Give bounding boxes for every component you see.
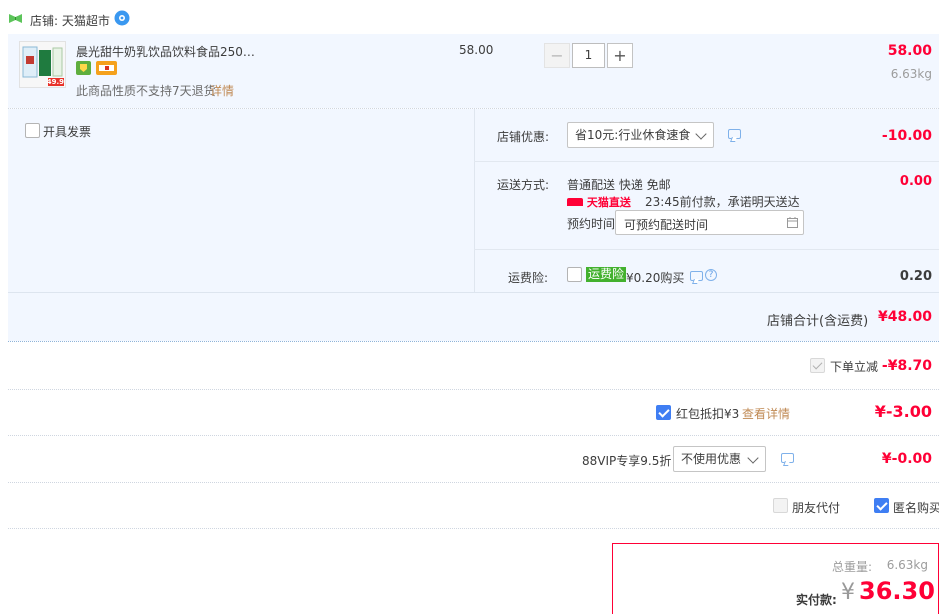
instant-discount-amount: -¥8.70 <box>881 358 932 374</box>
shop-discount-info-icon[interactable] <box>728 129 741 139</box>
shipping-label: 运送方式: <box>497 178 550 192</box>
return-note: 此商品性质不支持7天退货 <box>76 84 216 98</box>
divider <box>8 292 939 293</box>
insurance-checkbox[interactable] <box>567 267 582 282</box>
friend-pay-checkbox <box>773 498 788 513</box>
divider <box>474 249 939 250</box>
vip-label: 88VIP专享9.5折 <box>582 454 672 468</box>
help-icon[interactable]: ? <box>705 269 717 281</box>
insurance-amount: 0.20 <box>899 269 932 284</box>
divider <box>8 389 939 390</box>
friend-pay-label: 朋友代付 <box>792 501 841 515</box>
shop-name[interactable]: 店铺: 天猫超市 <box>30 12 110 29</box>
order-options-block: 开具发票 店铺优惠: 省10元:行业休食速食 -10.00 运送方式: 普通配送… <box>8 109 939 341</box>
vip-amount: ¥-0.00 <box>881 451 932 467</box>
insurance-chat-icon[interactable] <box>690 271 703 281</box>
shipping-method: 普通配送 快递 免邮 <box>567 178 671 192</box>
shop-discount-label: 店铺优惠: <box>497 130 550 144</box>
shipping-amount: 0.00 <box>899 174 932 189</box>
invoice-checkbox[interactable] <box>25 123 40 138</box>
red-packet-label[interactable]: 红包抵扣¥3 <box>676 405 739 422</box>
item-subtotal: 58.00 <box>887 43 932 59</box>
product-title[interactable]: 晨光甜牛奶乳饮品饮料食品250… <box>76 43 255 60</box>
currency-symbol: ¥ <box>841 580 855 605</box>
shop-discount-selected: 省10元:行业休食速食 <box>575 128 691 142</box>
vip-discount-select[interactable]: 不使用优惠 <box>673 446 766 472</box>
tmall-cat-icon <box>567 198 583 206</box>
shop-discount-select[interactable]: 省10元:行业休食速食 <box>567 122 714 148</box>
product-thumbnail[interactable]: 49.9 <box>19 41 66 88</box>
shop-discount-amount: -10.00 <box>881 128 932 144</box>
divider <box>474 161 939 162</box>
divider <box>474 109 475 292</box>
item-weight: 6.63kg <box>890 67 932 81</box>
anonymous-label[interactable]: 匿名购买 <box>893 499 939 516</box>
red-packet-amount: ¥-3.00 <box>874 402 932 421</box>
insurance-price[interactable]: ¥0.20购买 <box>626 269 684 286</box>
quantity-input[interactable]: 1 <box>572 43 605 68</box>
vip-info-icon[interactable] <box>781 453 794 463</box>
invoice-label[interactable]: 开具发票 <box>43 123 91 140</box>
instant-discount-label: 下单立减 <box>830 360 879 374</box>
card-badge-icon[interactable] <box>96 61 117 75</box>
red-packet-detail-link[interactable]: 查看详情 <box>742 405 790 422</box>
insurance-label: 运费险: <box>508 271 549 285</box>
vip-selected: 不使用优惠 <box>681 452 742 466</box>
shop-header: 店铺: 天猫超市 <box>8 10 308 30</box>
quantity-increase-button[interactable]: + <box>607 43 633 68</box>
total-weight-label: 总重量: <box>831 560 872 574</box>
chevron-down-icon <box>695 128 707 140</box>
instant-discount-checkbox <box>810 358 825 373</box>
calendar-icon <box>787 217 798 228</box>
divider <box>8 482 939 483</box>
divider <box>8 341 939 342</box>
payment-summary-box: 总重量: 6.63kg 实付款: ¥ 36.30 <box>612 543 939 614</box>
unit-price: 58.00 <box>459 43 494 57</box>
shop-total-label: 店铺合计(含运费) <box>767 314 869 329</box>
item-row: 49.9 晨光甜牛奶乳饮品饮料食品250… 此商品性质不支持7天退货 详情 58… <box>8 34 939 108</box>
divider <box>8 528 939 529</box>
return-detail-link[interactable]: 详情 <box>210 82 234 99</box>
delivery-promise: 23:45前付款，承诺明天送达 <box>645 195 800 209</box>
quantity-stepper: − 1 + <box>544 43 634 68</box>
chat-wangwang-icon[interactable] <box>114 10 130 26</box>
schedule-placeholder: 可预约配送时间 <box>624 218 709 232</box>
chevron-down-icon <box>747 452 759 464</box>
shop-total-amount: ¥48.00 <box>877 309 932 325</box>
service-badge-icon[interactable] <box>76 61 91 75</box>
quantity-decrease-button[interactable]: − <box>544 43 570 68</box>
red-packet-checkbox[interactable] <box>656 405 671 420</box>
pay-label: 实付款: <box>796 593 837 607</box>
shop-icon <box>8 13 23 24</box>
tmall-direct-badge: 天猫直送 <box>567 194 631 209</box>
schedule-time-picker[interactable]: 可预约配送时间 <box>615 210 804 235</box>
anonymous-checkbox[interactable] <box>874 498 889 513</box>
schedule-label: 预约时间 <box>567 217 616 231</box>
total-weight: 6.63kg <box>886 558 928 572</box>
insurance-tag: 运费险 <box>586 267 627 282</box>
divider <box>8 435 939 436</box>
thumb-price-tag: 49.9 <box>46 78 64 86</box>
total-amount: 36.30 <box>859 577 935 605</box>
tmall-direct-label: 天猫直送 <box>586 196 631 209</box>
